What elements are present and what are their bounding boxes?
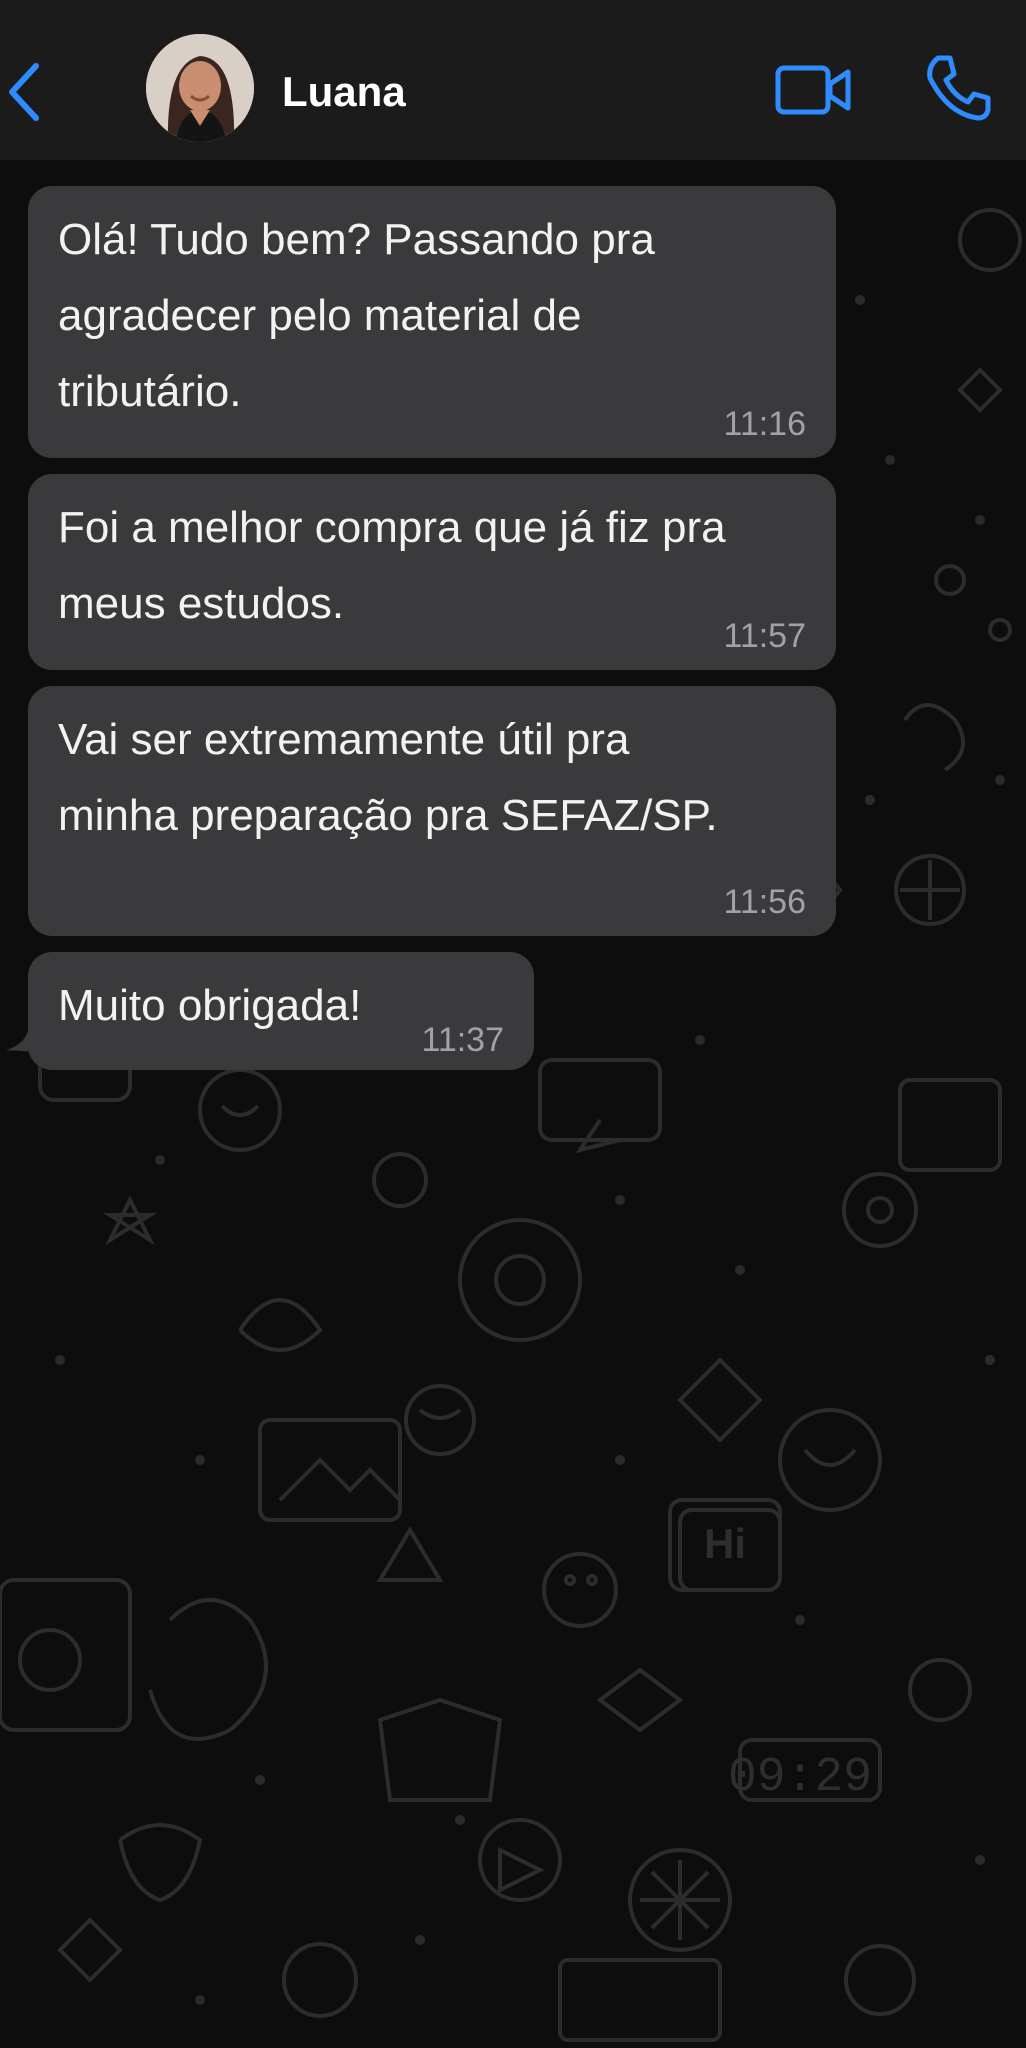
avatar[interactable] (146, 34, 254, 142)
chevron-left-icon (9, 63, 39, 121)
message-text: Olá! Tudo bem? Passando pra agradecer pe… (58, 215, 655, 416)
svg-text:Hi: Hi (704, 1520, 746, 1567)
message-text: Vai ser extremamente útil pra minha prep… (58, 715, 718, 840)
chat-header: Luana (0, 0, 1026, 160)
voice-call-button[interactable] (922, 52, 994, 124)
message-bubble[interactable]: Olá! Tudo bem? Passando pra agradecer pe… (28, 186, 836, 458)
message-timestamp: 11:57 (723, 617, 806, 655)
chat-area[interactable]: Hi 09:29 Olá! Tudo bem? Passando pra agr… (0, 160, 1026, 2048)
message-bubble[interactable]: Foi a melhor compra que já fiz pra meus … (28, 474, 836, 670)
wallpaper-clock: 09:29 (728, 1751, 872, 1805)
message-text: Foi a melhor compra que já fiz pra meus … (58, 503, 726, 628)
contact-name[interactable]: Luana (282, 68, 406, 116)
message-timestamp: 11:16 (723, 405, 806, 443)
message-timestamp: 11:56 (723, 883, 806, 921)
phone-icon (927, 55, 991, 121)
message-bubble[interactable]: Muito obrigada! 11:37 (28, 952, 534, 1070)
video-camera-icon (775, 65, 851, 115)
message-bubble[interactable]: Vai ser extremamente útil pra minha prep… (28, 686, 836, 936)
svg-text:09:29: 09:29 (728, 1751, 872, 1805)
message-timestamp: 11:37 (421, 1021, 504, 1059)
avatar-image (146, 34, 254, 142)
video-call-button[interactable] (774, 60, 854, 120)
back-button[interactable] (4, 60, 44, 124)
